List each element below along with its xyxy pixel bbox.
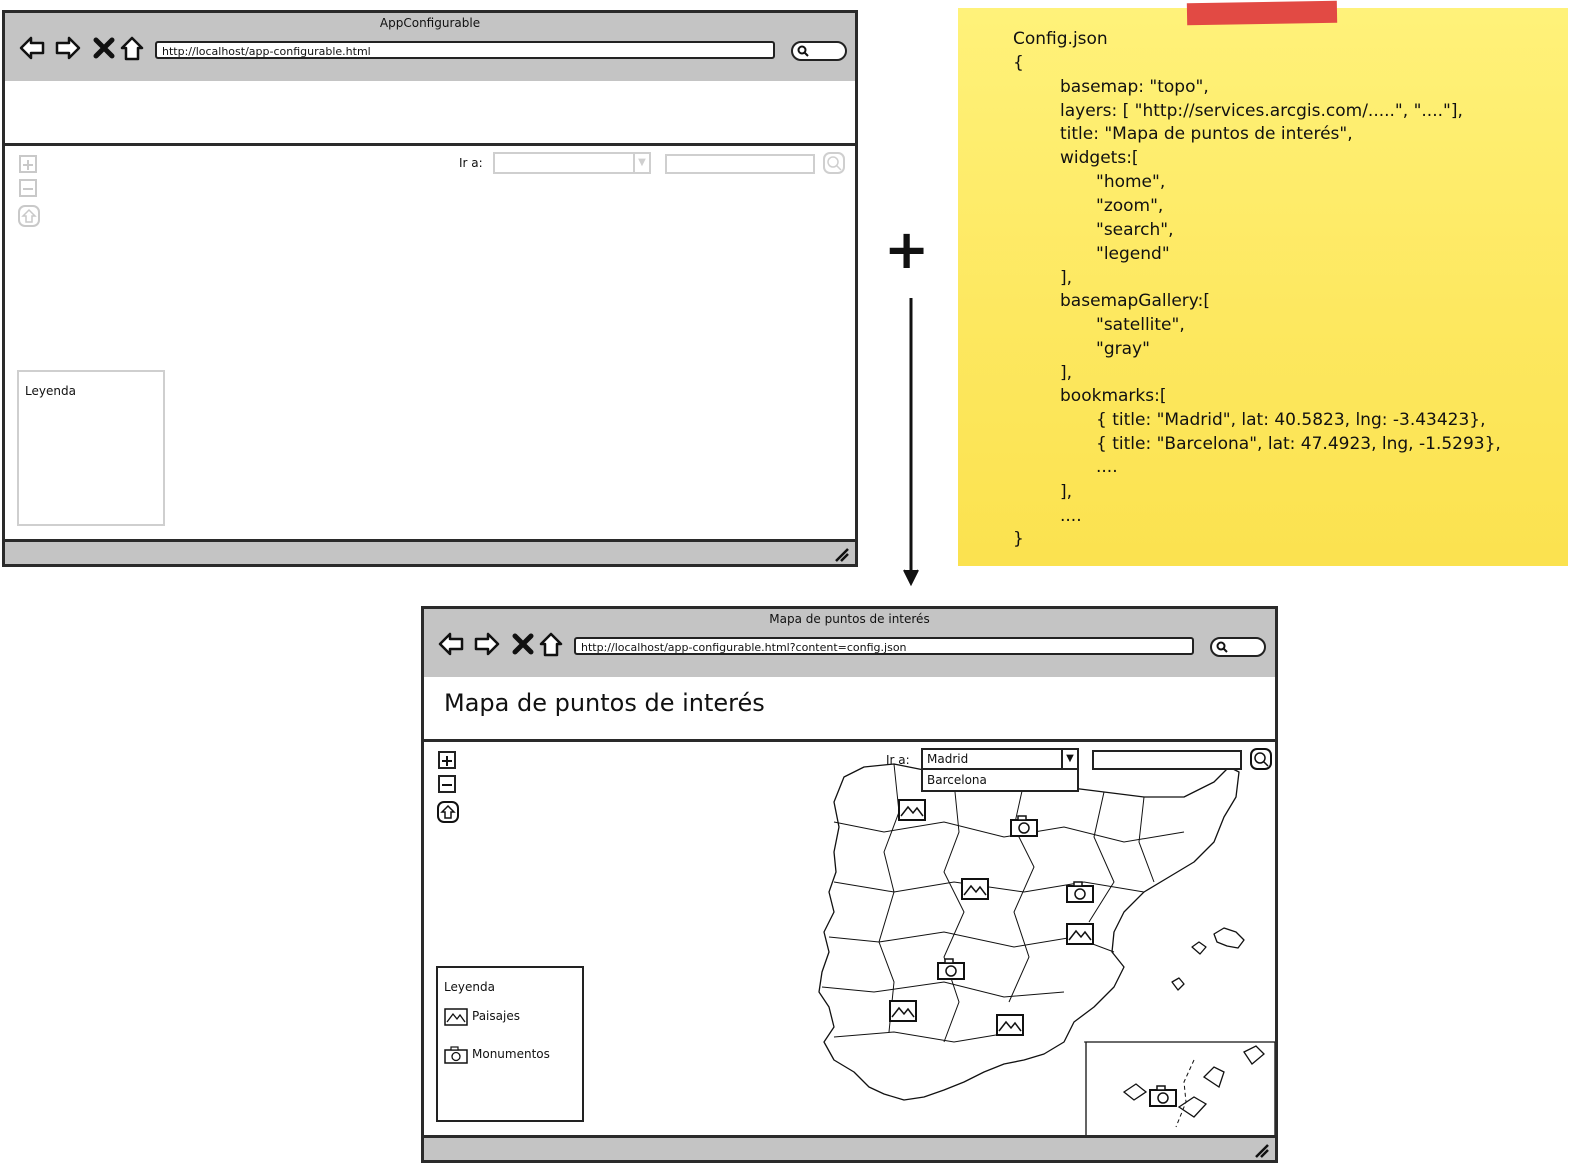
legend-panel: Leyenda Paisajes Monumentos [436,966,584,1122]
poi-camera-icon[interactable] [1066,881,1094,903]
search-button-icon[interactable] [823,152,845,174]
config-line: "gray" [1096,339,1150,359]
status-bar [5,539,855,564]
config-line: widgets:[ [1060,148,1139,168]
zoom-in-button[interactable] [19,155,37,173]
home-icon[interactable] [538,631,564,657]
plus-icon [442,756,452,766]
config-line: basemap: "topo", [1060,77,1209,97]
config-sticky-note: Config.json { basemap: "topo", layers: [… [958,8,1568,566]
page-header [5,81,855,146]
poi-landscape-icon[interactable] [1066,923,1094,945]
plus-sign: + [884,218,930,281]
browser-window-configured: Mapa de puntos de interés http://localho… [421,606,1278,1163]
config-line: bookmarks:[ [1060,386,1167,406]
config-line: .... [1096,457,1118,477]
config-line: Config.json [1013,29,1108,49]
config-line: basemapGallery:[ [1060,291,1210,311]
arrow-down-icon [903,298,919,587]
close-icon[interactable] [91,35,117,61]
config-line: "satellite", [1096,315,1185,335]
browser-search-box[interactable] [1210,637,1266,657]
config-line: "search", [1096,220,1174,240]
browser-titlebar: AppConfigurable http://localhost/app-con… [5,13,855,84]
url-bar[interactable]: http://localhost/app-configurable.html [155,41,775,59]
poi-camera-icon[interactable] [1149,1085,1177,1107]
legend-item-label: Monumentos [472,1047,550,1061]
resize-grip-icon[interactable] [833,546,849,562]
close-icon[interactable] [510,631,536,657]
legend-title: Leyenda [444,980,495,994]
config-line: .... [1060,506,1082,526]
legend-title: Leyenda [25,384,76,398]
bookmark-selected-value: Madrid [927,752,969,766]
legend-panel: Leyenda [17,370,165,526]
poi-landscape-icon[interactable] [889,1000,917,1022]
minus-icon [23,188,33,190]
search-input[interactable] [1092,750,1242,770]
page-title: Mapa de puntos de interés [444,689,765,717]
legend-item: Monumentos [444,1044,550,1064]
config-line: } [1013,529,1024,549]
config-line: "home", [1096,172,1166,192]
poi-camera-icon[interactable] [937,958,965,980]
plus-icon [23,160,33,170]
bookmark-select[interactable]: Madrid ▼ [921,748,1079,770]
config-line: "legend" [1096,244,1170,264]
browser-window-template: AppConfigurable http://localhost/app-con… [2,10,858,567]
config-line: "zoom", [1096,196,1164,216]
back-icon[interactable] [438,631,464,657]
search-icon [797,45,809,57]
chevron-down-icon[interactable]: ▼ [1061,750,1077,768]
minus-icon [442,784,452,786]
forward-icon[interactable] [474,631,500,657]
search-button-icon[interactable] [1250,748,1272,770]
search-input[interactable] [665,154,815,174]
camera-icon [444,1045,468,1064]
sticky-tape [1186,0,1338,26]
config-line: ], [1060,482,1073,502]
poi-landscape-icon[interactable] [961,878,989,900]
poi-camera-icon[interactable] [1010,815,1038,837]
config-line: ], [1060,363,1073,383]
landscape-icon [444,1007,468,1026]
home-icon[interactable] [119,35,145,61]
resize-grip-icon[interactable] [1253,1142,1269,1158]
poi-landscape-icon[interactable] [898,799,926,821]
poi-landscape-icon[interactable] [996,1014,1024,1036]
config-line: ], [1060,268,1073,288]
zoom-in-button[interactable] [438,751,456,769]
browser-search-box[interactable] [791,41,847,61]
window-title: AppConfigurable [379,16,481,30]
forward-icon[interactable] [55,35,81,61]
page-header: Mapa de puntos de interés [424,677,1275,742]
config-line: { title: "Madrid", lat: 40.5823, lng: -3… [1096,410,1486,430]
config-line: title: "Mapa de puntos de interés", [1060,124,1353,144]
config-line: layers: [ "http://services.arcgis.com/..… [1060,101,1463,121]
zoom-out-button[interactable] [438,775,456,793]
browser-titlebar: Mapa de puntos de interés http://localho… [424,609,1275,680]
back-icon[interactable] [19,35,45,61]
status-bar [424,1135,1275,1160]
goto-label: Ir a: [886,753,910,767]
config-line: { [1013,53,1024,73]
goto-label: Ir a: [459,156,483,170]
zoom-out-button[interactable] [19,179,37,197]
bookmark-select[interactable]: ▼ [493,152,651,174]
url-bar[interactable]: http://localhost/app-configurable.html?c… [574,637,1194,655]
bookmark-option[interactable]: Barcelona [921,770,1079,792]
home-button-icon[interactable] [18,205,40,227]
legend-item-label: Paisajes [472,1009,520,1023]
legend-item: Paisajes [444,1006,520,1026]
config-line: { title: "Barcelona", lat: 47.4923, lng,… [1096,434,1501,454]
search-icon [1216,641,1228,653]
chevron-down-icon: ▼ [633,154,649,172]
window-title: Mapa de puntos de interés [769,612,930,626]
home-button-icon[interactable] [437,801,459,823]
